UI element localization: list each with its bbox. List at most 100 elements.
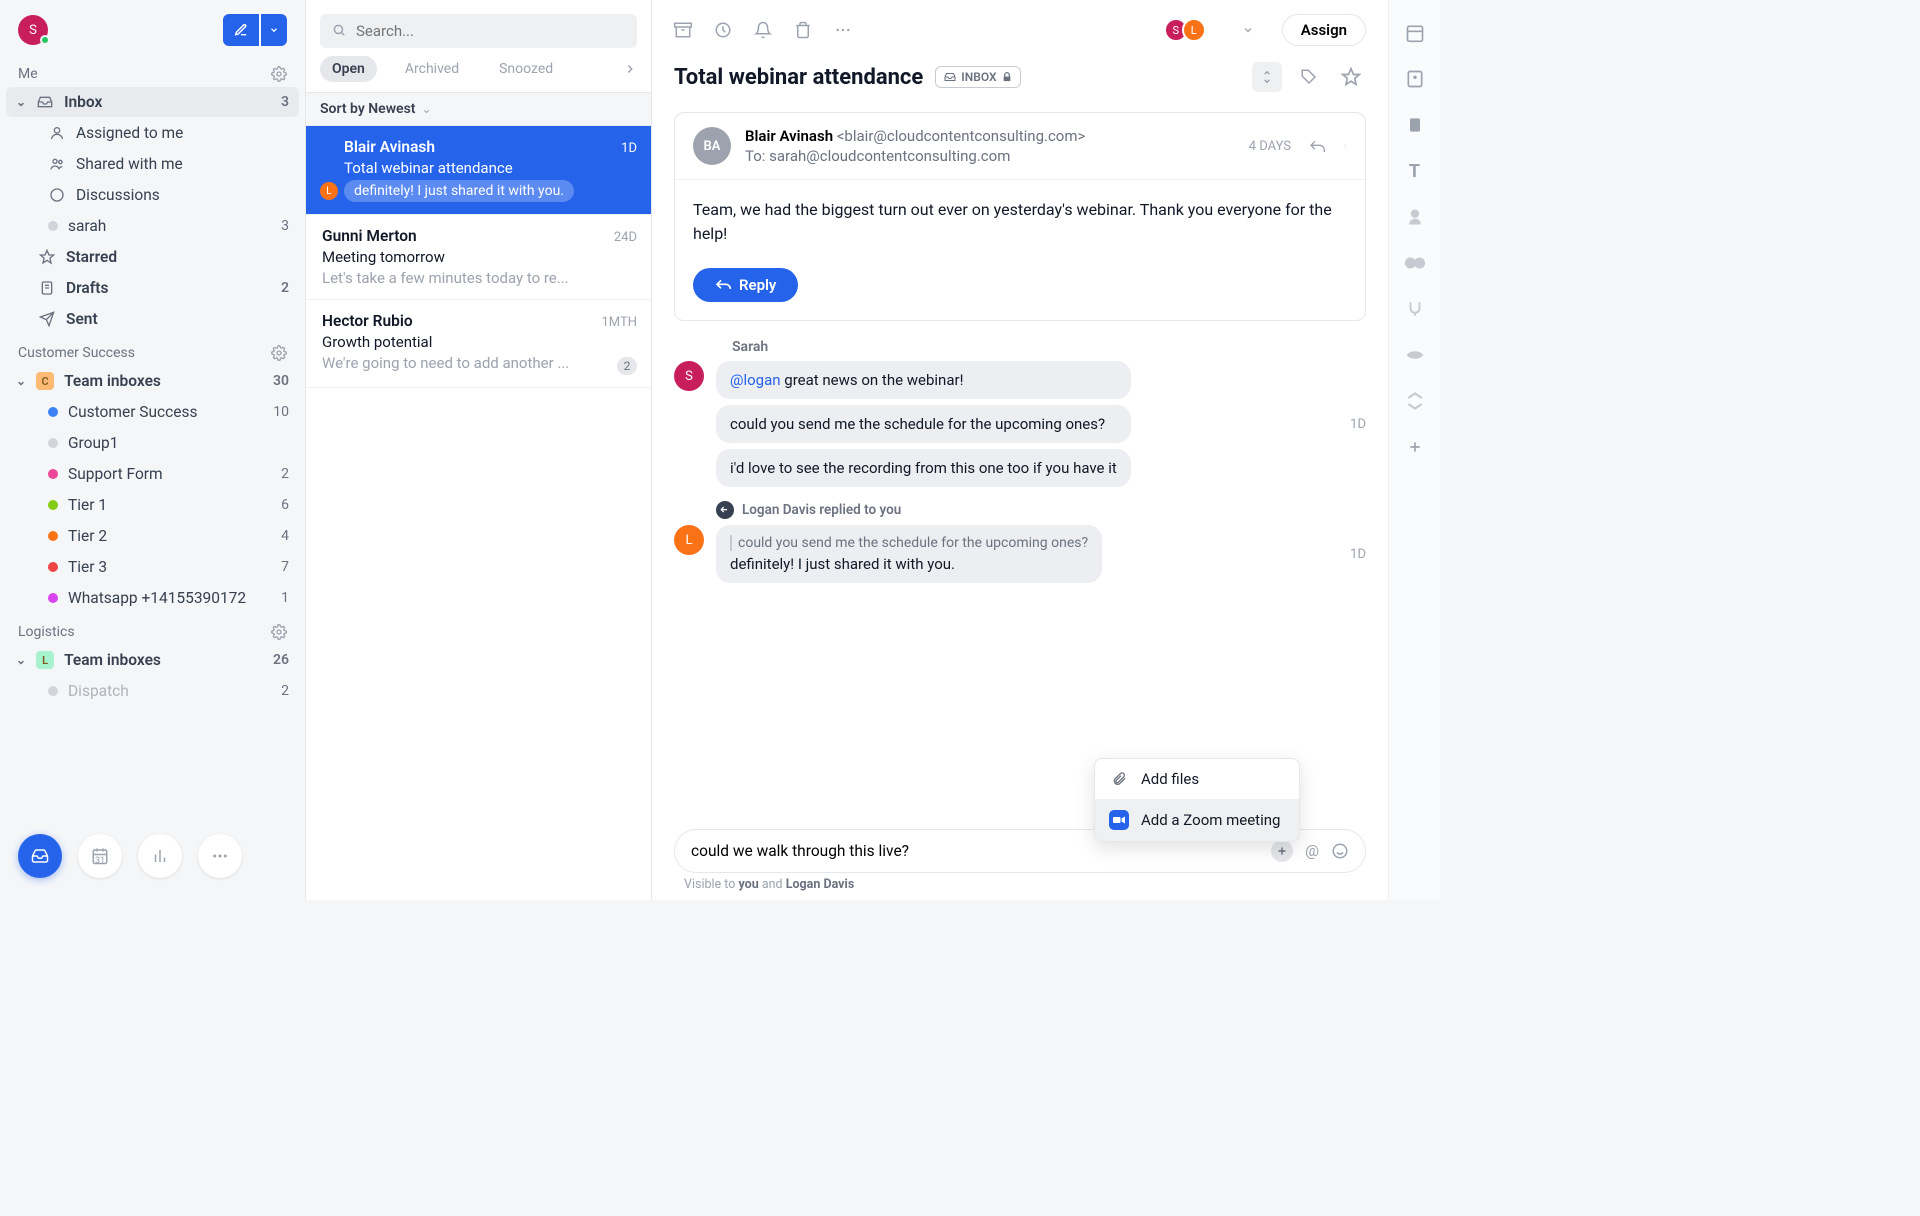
compose-button[interactable] [223, 14, 259, 46]
bell-icon[interactable] [754, 21, 772, 39]
nav-item[interactable]: Whatsapp +141553901721 [6, 583, 299, 613]
tag-icon[interactable] [1294, 62, 1324, 92]
inbox-tag[interactable]: INBOX [935, 66, 1020, 88]
rail-app5-icon[interactable] [1404, 390, 1426, 412]
msg-subject: Growth potential [322, 333, 637, 351]
sort-row[interactable]: Sort by Newest ⌄ [306, 92, 651, 126]
chat-icon [48, 187, 66, 203]
snooze-icon[interactable] [714, 21, 732, 39]
app-rail: T [1388, 0, 1440, 900]
calendar-fab[interactable]: 31 [78, 834, 122, 878]
nav-label: Tier 1 [68, 496, 271, 514]
nav-count: 26 [273, 652, 289, 668]
rail-user-icon[interactable] [1404, 114, 1426, 136]
nav-item[interactable]: Discussions [6, 180, 299, 210]
nav-item[interactable]: sarah3 [6, 211, 299, 241]
trash-icon[interactable] [794, 21, 812, 39]
msg-from: Hector Rubio [322, 312, 413, 330]
user-avatar[interactable]: S [18, 15, 48, 45]
archive-icon[interactable] [674, 21, 692, 39]
assignees[interactable]: SL [1170, 18, 1206, 42]
reply-button[interactable]: Reply [693, 268, 798, 302]
rail-text-icon[interactable]: T [1404, 160, 1426, 182]
assignee-avatar: L [1182, 18, 1206, 42]
sender-addr: <blair@cloudcontentconsulting.com> [837, 127, 1086, 145]
attach-button[interactable] [1271, 840, 1293, 862]
list-tab[interactable]: Snoozed [487, 56, 565, 82]
more-icon[interactable] [834, 21, 852, 39]
nav-label: Customer Success [68, 403, 263, 421]
attachment-popover: Add filesAdd a Zoom meeting [1094, 758, 1300, 842]
comment-bubble: could you send me the schedule for the u… [716, 525, 1102, 583]
nav-label: Tier 3 [68, 558, 271, 576]
nav-item[interactable]: ⌄Inbox3 [6, 87, 299, 117]
list-tab[interactable]: Open [320, 56, 377, 82]
reading-pane: SL Assign Total webinar attendance INBOX… [652, 0, 1388, 900]
rail-app4-icon[interactable] [1404, 344, 1426, 366]
email-more-icon[interactable] [1343, 138, 1347, 154]
nav-item[interactable]: Support Form2 [6, 459, 299, 489]
nav-label: Starred [66, 248, 279, 266]
nav-item[interactable]: Tier 37 [6, 552, 299, 582]
comment-row: S@logan great news on the webinar!could … [674, 361, 1366, 487]
list-tab[interactable]: Archived [393, 56, 471, 82]
sender-name: Blair Avinash [745, 127, 833, 145]
rail-calendar-icon[interactable] [1404, 22, 1426, 44]
section-header: Customer Success [0, 335, 305, 365]
nav-item[interactable]: Tier 16 [6, 490, 299, 520]
chevron-down-icon: ⌄ [16, 95, 26, 109]
to-line: To: sarah@cloudcontentconsulting.com [745, 147, 1235, 165]
gear-icon[interactable] [271, 345, 287, 361]
color-dot-icon [48, 500, 58, 510]
nav-item[interactable]: ⌄LTeam inboxes26 [6, 645, 299, 675]
message-item[interactable]: Hector Rubio1MTHGrowth potentialWe're go… [306, 300, 651, 388]
nav-item[interactable]: Drafts2 [6, 273, 299, 303]
nav-count: 30 [273, 373, 289, 389]
gear-icon[interactable] [271, 624, 287, 640]
mention-icon[interactable]: @ [1305, 842, 1319, 860]
inbox-fab[interactable] [18, 834, 62, 878]
subject-row: Total webinar attendance INBOX [652, 52, 1388, 106]
nav-item[interactable]: Shared with me [6, 149, 299, 179]
popover-item[interactable]: Add a Zoom meeting [1095, 799, 1299, 841]
emoji-icon[interactable] [1331, 842, 1349, 860]
nav-item[interactable]: Tier 24 [6, 521, 299, 551]
gear-icon[interactable] [271, 66, 287, 82]
rail-app1-icon[interactable] [1404, 206, 1426, 228]
search-input[interactable] [320, 14, 637, 48]
mention[interactable]: @logan [730, 371, 781, 389]
user-icon [48, 125, 66, 141]
color-dot-icon [48, 531, 58, 541]
nav-item[interactable]: ⌄CTeam inboxes30 [6, 366, 299, 396]
assign-button[interactable]: Assign [1282, 14, 1366, 46]
message-item[interactable]: LBlair Avinash1DTotal webinar attendance… [306, 126, 651, 215]
nav-item[interactable]: Dispatch2 [6, 676, 299, 706]
composer-input[interactable] [691, 842, 1259, 860]
nav-item[interactable]: Sent [6, 304, 299, 334]
rail-add-icon[interactable] [1404, 436, 1426, 458]
nav-item[interactable]: Customer Success10 [6, 397, 299, 427]
count-badge: 2 [617, 357, 637, 375]
star-icon[interactable] [1336, 62, 1366, 92]
nav-label: sarah [68, 217, 271, 235]
reply-icon[interactable] [1309, 138, 1325, 154]
nav-item[interactable]: Starred [6, 242, 299, 272]
nav-item[interactable]: Group1 [6, 428, 299, 458]
nav-label: Sent [66, 310, 279, 328]
expand-icon[interactable] [1252, 62, 1282, 92]
sort-label: Sort by Newest [320, 101, 415, 117]
lock-icon [1002, 72, 1012, 82]
assignees-dropdown[interactable] [1242, 24, 1254, 36]
message-item[interactable]: Gunni Merton24DMeeting tomorrowLet's tak… [306, 215, 651, 300]
analytics-fab[interactable] [138, 834, 182, 878]
popover-item[interactable]: Add files [1095, 759, 1299, 799]
color-dot-icon [48, 469, 58, 479]
nav-count: 2 [281, 683, 289, 699]
chevron-right-icon[interactable] [623, 62, 637, 76]
nav-item[interactable]: Assigned to me [6, 118, 299, 148]
rail-contacts-icon[interactable] [1404, 68, 1426, 90]
rail-app3-icon[interactable] [1404, 298, 1426, 320]
more-fab[interactable] [198, 834, 242, 878]
compose-dropdown[interactable] [261, 14, 287, 46]
rail-app2-icon[interactable] [1404, 252, 1426, 274]
